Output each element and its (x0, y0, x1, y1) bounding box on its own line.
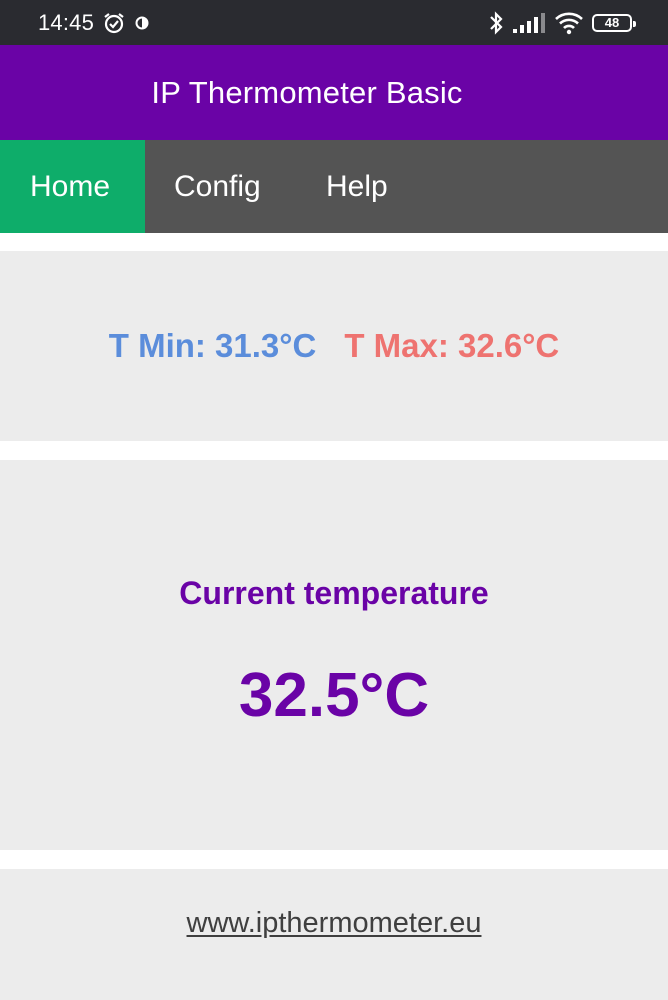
app-header: IP Thermometer Basic (0, 45, 668, 140)
minmax-panel: T Min: 31.3°C T Max: 32.6°C (0, 251, 668, 441)
current-temperature-panel: Current temperature 32.5°C (0, 460, 668, 850)
current-temperature-value: 32.5°C (238, 661, 430, 730)
tab-help-label: Help (326, 169, 388, 203)
t-max-value: T Max: 32.6°C (344, 327, 560, 364)
alarm-icon (102, 11, 126, 35)
tab-config-label: Config (174, 169, 261, 203)
signal-icon (512, 12, 546, 34)
current-temperature-label: Current temperature (179, 575, 489, 611)
tab-home[interactable]: Home (0, 140, 145, 233)
t-min-value: T Min: 31.3°C (108, 327, 317, 364)
website-link[interactable]: www.ipthermometer.eu (187, 907, 482, 947)
status-left: 14:45 (38, 10, 150, 36)
bluetooth-icon (488, 10, 504, 36)
tab-help[interactable]: Help (297, 140, 388, 233)
nav-bar: Home Config Help (0, 140, 668, 233)
footer-panel: www.ipthermometer.eu (0, 869, 668, 1000)
status-bar: 14:45 48 (0, 0, 668, 45)
wifi-icon (554, 11, 584, 35)
status-right: 48 (488, 10, 638, 36)
tab-config[interactable]: Config (145, 140, 297, 233)
status-time: 14:45 (38, 9, 95, 35)
battery-level: 48 (604, 15, 620, 30)
app-title: IP Thermometer Basic (151, 74, 463, 110)
data-saver-icon (134, 15, 150, 31)
tab-home-label: Home (30, 169, 111, 203)
battery-icon: 48 (592, 13, 636, 32)
